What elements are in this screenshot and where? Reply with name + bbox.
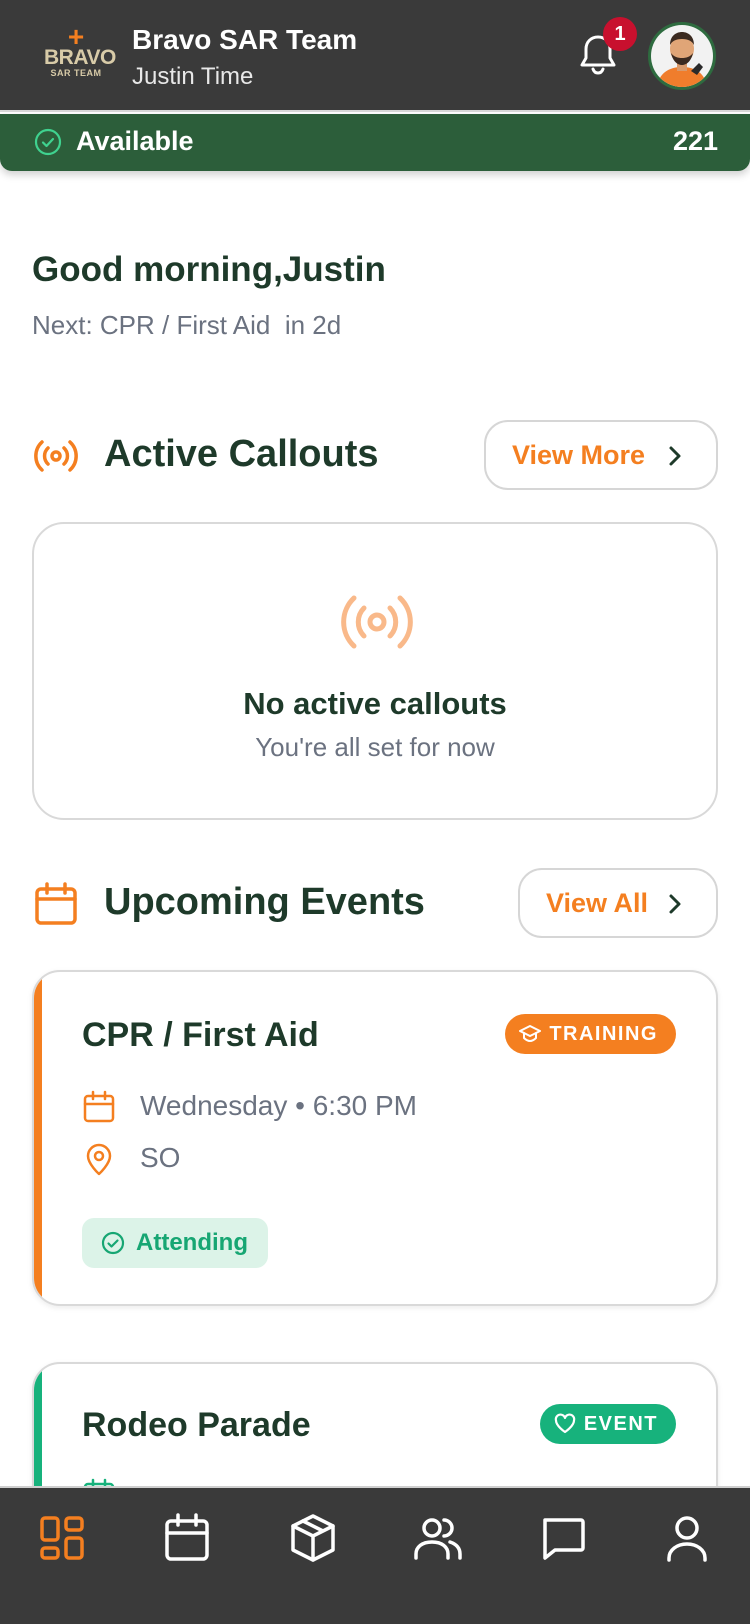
user-name: Justin Time: [132, 63, 254, 90]
avatar-illustration: [651, 25, 713, 87]
event-type-stripe: [34, 972, 42, 1304]
rsvp-status-badge[interactable]: Attending: [82, 1218, 268, 1268]
calendar-icon: [35, 882, 77, 925]
status-label: Available: [76, 126, 194, 156]
view-more-label: View More: [512, 439, 646, 470]
team-icon[interactable]: [410, 1510, 466, 1566]
chevron-right-icon: [669, 446, 681, 466]
logo-word: BRAVO: [44, 46, 116, 69]
empty-subtitle: You're all set for now: [255, 732, 495, 762]
next-event-line: Next: CPR / First Aid in 2d: [32, 310, 342, 340]
team-logo[interactable]: + BRAVO SAR TEAM: [44, 21, 116, 86]
greeting-text: Good morning,Justin: [32, 250, 386, 289]
logo-sub: SAR TEAM: [50, 68, 102, 78]
event-title: Rodeo Parade: [82, 1406, 311, 1444]
heart-icon: [554, 1413, 576, 1434]
messages-icon[interactable]: [535, 1510, 591, 1566]
calendar-icon[interactable]: [159, 1510, 215, 1566]
callouts-empty-card: No active callouts You're all set for no…: [32, 522, 718, 820]
event-title: CPR / First Aid: [82, 1016, 319, 1054]
active-callouts-title: Active Callouts: [104, 433, 379, 475]
empty-title: No active callouts: [243, 686, 507, 721]
avatar[interactable]: [648, 22, 716, 90]
rsvp-label: Attending: [136, 1229, 248, 1256]
app-header: + BRAVO SAR TEAM Bravo SAR Team Justin T…: [0, 0, 750, 112]
bottom-navigation: [0, 1486, 750, 1624]
event-datetime: Wednesday • 6:30 PM: [140, 1090, 417, 1121]
event-card[interactable]: CPR / First Aid TRAINING Wednesday • 6:3…: [32, 970, 718, 1306]
upcoming-events-title: Upcoming Events: [104, 881, 425, 923]
event-tag-label: TRAINING: [549, 1022, 658, 1045]
check-circle-icon: [34, 128, 62, 156]
view-more-button[interactable]: View More: [484, 420, 718, 490]
broadcast-icon: [341, 595, 413, 649]
view-all-button[interactable]: View All: [518, 868, 718, 938]
chevron-right-icon: [669, 894, 681, 914]
check-circle-icon: [101, 1231, 125, 1255]
inventory-icon[interactable]: [285, 1510, 341, 1566]
notification-badge: 1: [603, 17, 637, 51]
availability-status-bar[interactable]: Available 221: [0, 114, 750, 171]
location-pin-icon: [86, 1143, 112, 1176]
dashboard-icon[interactable]: [34, 1510, 90, 1566]
status-count: 221: [672, 126, 718, 156]
team-name: Bravo SAR Team: [132, 24, 358, 55]
graduation-cap-icon: [519, 1025, 542, 1042]
event-tag-label: EVENT: [583, 1412, 658, 1435]
event-tag-event: EVENT: [539, 1404, 676, 1444]
view-all-label: View All: [546, 887, 649, 918]
calendar-icon: [83, 1090, 115, 1123]
logo-plus: +: [67, 21, 85, 52]
broadcast-icon: [34, 440, 78, 472]
event-tag-training: TRAINING: [505, 1014, 676, 1054]
profile-icon[interactable]: [659, 1510, 715, 1566]
event-location: SO: [140, 1142, 181, 1173]
